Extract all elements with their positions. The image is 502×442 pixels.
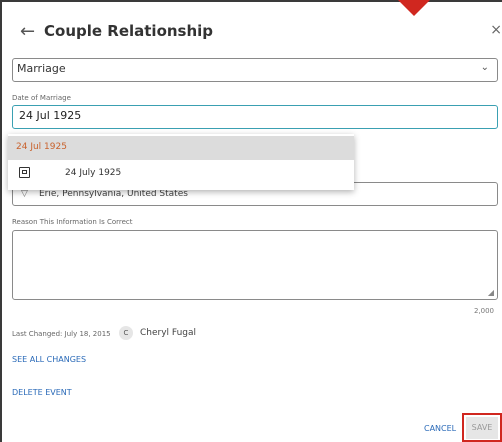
window-left-border [0, 0, 2, 442]
date-suggestion-text: 24 Jul 1925 [16, 142, 67, 152]
reason-textarea[interactable]: ◢ [12, 230, 498, 300]
date-field-label: Date of Marriage [12, 94, 71, 102]
resize-handle-icon[interactable]: ◢ [488, 288, 494, 297]
see-all-changes-link[interactable]: SEE ALL CHANGES [12, 355, 86, 364]
delete-event-link[interactable]: DELETE EVENT [12, 388, 72, 397]
dialog-title: Couple Relationship [44, 22, 214, 40]
date-suggestion-item[interactable]: 24 Jul 1925 [8, 136, 354, 160]
relationship-type-value: Marriage [17, 62, 66, 75]
relationship-type-select[interactable]: Marriage ⌄ [12, 58, 498, 82]
date-suggestion-text: 24 July 1925 [65, 168, 122, 178]
place-value: Erie, Pennsylvania, United States [39, 189, 188, 199]
date-suggestion-item[interactable]: 24 July 1925 [8, 162, 354, 188]
last-changed-user[interactable]: Cheryl Fugal [140, 328, 196, 338]
character-limit: 2,000 [473, 307, 494, 315]
save-button[interactable]: SAVE [466, 417, 498, 439]
reason-field-label: Reason This Information Is Correct [12, 218, 133, 226]
dialog-header: ← Couple Relationship × [10, 20, 502, 48]
close-icon[interactable]: × [490, 22, 502, 38]
annotation-arrow-icon [398, 0, 430, 16]
user-avatar-badge: C [119, 326, 133, 340]
date-of-marriage-input[interactable]: 24 Jul 1925 [12, 105, 498, 129]
arrow-left-icon[interactable]: ← [20, 20, 35, 44]
calendar-icon [19, 167, 30, 178]
location-icon: ▽ [21, 189, 28, 199]
cancel-button[interactable]: CANCEL [424, 424, 456, 433]
date-suggestions-dropdown: 24 Jul 1925 24 July 1925 [8, 134, 354, 190]
date-input-value: 24 Jul 1925 [19, 109, 82, 122]
chevron-down-icon: ⌄ [480, 62, 489, 73]
last-changed-text: Last Changed: July 18, 2015 [12, 330, 111, 338]
